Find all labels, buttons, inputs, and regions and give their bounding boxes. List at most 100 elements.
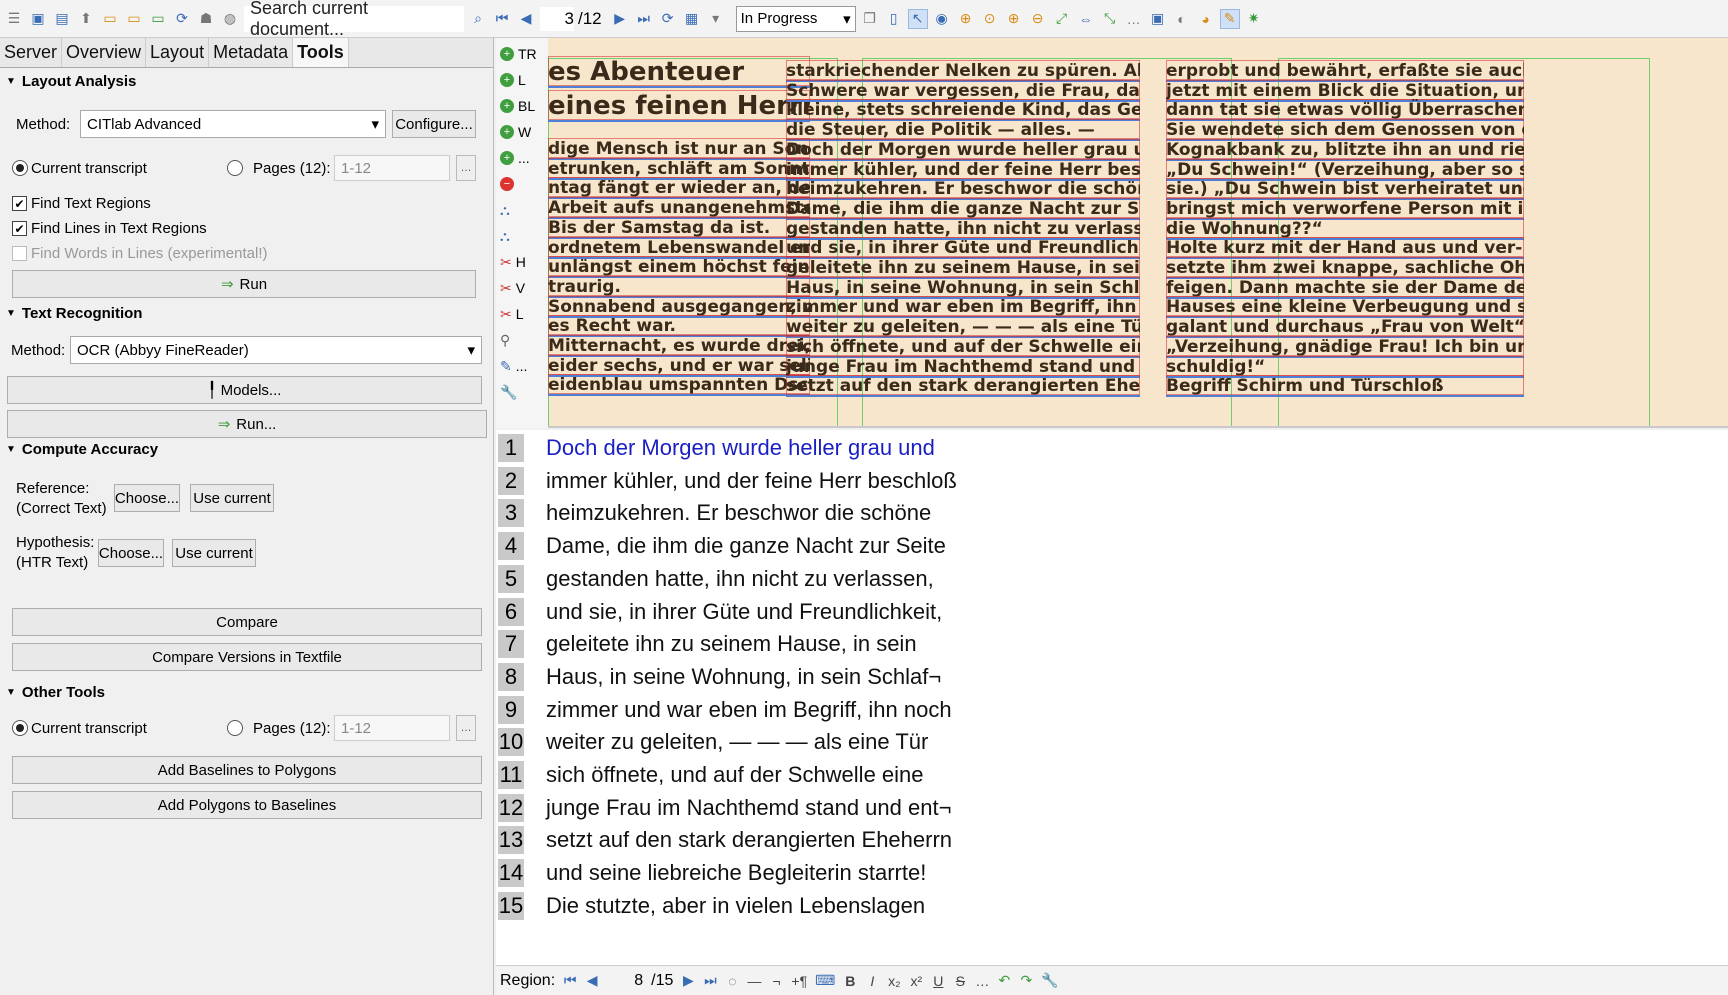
tab-tools[interactable]: Tools: [293, 38, 349, 67]
split-v[interactable]: ✂ V: [500, 277, 525, 299]
next-region-icon[interactable]: ▶: [681, 972, 695, 989]
scan-text-line[interactable]: eider sechs, und er war selig,: [548, 355, 810, 377]
reference-use-current-button[interactable]: Use current: [190, 484, 274, 512]
scan-text-line[interactable]: starkriechender Nelken zu spüren. Alles: [786, 60, 1140, 82]
region-number-input[interactable]: 8: [607, 972, 643, 990]
scan-text-line[interactable]: sich öffnete, und auf der Schwelle eine: [786, 336, 1140, 358]
zoom-icon[interactable]: ⊙: [980, 9, 1000, 29]
scan-text-line[interactable]: schuldig!“: [1166, 356, 1524, 378]
server-icon[interactable]: ▣: [28, 9, 48, 29]
find-words-checkbox[interactable]: [12, 246, 27, 261]
scan-text-line[interactable]: dann tat sie etwas völlig Überraschendes…: [1166, 99, 1524, 122]
strikethrough-icon[interactable]: S: [953, 973, 967, 989]
pages-input[interactable]: 1-12: [334, 155, 450, 181]
find-text-regions-checkbox[interactable]: ✔: [12, 196, 27, 211]
scan-text-line[interactable]: Kognakbank zu, blitzte ihn an und rief:: [1166, 139, 1524, 161]
line-text[interactable]: heimzukehren. Er beschwor die schöne: [546, 500, 931, 526]
scan-text-line[interactable]: eines feinen Herrn: [548, 90, 810, 122]
scan-text-line[interactable]: Sie wendete sich dem Genossen von der: [1166, 119, 1524, 142]
hypothesis-use-current-button[interactable]: Use current: [172, 539, 256, 567]
fit-page-icon[interactable]: ⤢: [1052, 9, 1072, 29]
robot-icon[interactable]: ☗: [196, 9, 216, 29]
undo-icon[interactable]: ↶: [997, 972, 1011, 989]
compare-button[interactable]: Compare: [12, 608, 482, 636]
contrast-icon[interactable]: ◐: [1172, 9, 1192, 29]
transcript-line[interactable]: 13 setzt auf den stark derangierten Ehehe…: [498, 824, 952, 856]
scan-text-line[interactable]: Arbeit aufs unangenehmste zu: [548, 197, 810, 220]
scan-text-line[interactable]: Bis der Samstag da ist.: [548, 217, 810, 239]
line-text[interactable]: immer kühler, und der feine Herr beschlo…: [546, 468, 957, 494]
transcript-line[interactable]: 11 sich öffnete, und auf der Schwelle ein…: [498, 759, 924, 791]
line-text[interactable]: und seine liebreiche Begleiterin starrte…: [546, 860, 926, 886]
more-icon[interactable]: …: [1124, 9, 1144, 29]
scan-text-line[interactable]: gestanden hatte, ihn nicht zu verlassen,: [786, 218, 1140, 240]
scan-text-line[interactable]: weiter zu geleiten, — — — als eine Tür: [786, 316, 1140, 339]
scan-text-line[interactable]: immer kühler, und der feine Herr beschlo…: [786, 159, 1140, 181]
zoom-out-icon[interactable]: ⊖: [1028, 9, 1048, 29]
upload-icon[interactable]: ⬆: [76, 9, 96, 29]
subscript-icon[interactable]: x₂: [887, 973, 901, 989]
tab-server[interactable]: Server: [0, 38, 63, 67]
more-format-icon[interactable]: …: [975, 973, 989, 989]
edit-tool[interactable]: ✎...: [500, 355, 527, 377]
folder-export-icon[interactable]: ▭: [148, 9, 168, 29]
first-region-icon[interactable]: ⏮: [563, 972, 577, 989]
scan-text-line[interactable]: Hauses eine kleine Verbeugung und sagte: [1166, 296, 1524, 319]
transcription-editor[interactable]: 1 Doch der Morgen wurde heller grau und 2 i…: [496, 430, 1728, 965]
line-text[interactable]: Haus, in seine Wohnung, in sein Schlaf¬: [546, 664, 941, 690]
toggle-w[interactable]: + W: [500, 121, 531, 143]
wrench-icon[interactable]: 🔧: [1041, 972, 1058, 989]
toggle-more[interactable]: +...: [500, 147, 530, 169]
scan-text-line[interactable]: es Recht war.: [548, 315, 810, 338]
scan-text-line[interactable]: ntag fängt er wieder an, den: [548, 177, 810, 200]
layout-run-button[interactable]: ⇒ Run: [12, 270, 476, 298]
polygons-to-baselines-button[interactable]: Add Polygons to Baselines: [12, 791, 482, 819]
scan-text-line[interactable]: „Du Schwein!“ (Verzeihung, aber so sagte: [1166, 159, 1524, 181]
line-text[interactable]: Die stutzte, aber in vielen Lebenslagen: [546, 893, 925, 919]
compare-versions-button[interactable]: Compare Versions in Textfile: [12, 643, 482, 671]
scan-text-line[interactable]: ordnetem Lebenswandel erging: [548, 237, 810, 259]
scan-text-line[interactable]: setzte ihm zwei knappe, sachliche Ohr-: [1166, 257, 1524, 279]
line-text[interactable]: Dame, die ihm die ganze Nacht zur Seite: [546, 533, 946, 559]
document-canvas[interactable]: es Abenteuer eines feinen Herrn dige Mensc…: [548, 38, 1728, 428]
scan-text-line[interactable]: setzt auf den stark derangierten Eheherr…: [786, 375, 1140, 398]
first-page-icon[interactable]: ⏮: [492, 9, 512, 29]
line-text[interactable]: sich öffnete, und auf der Schwelle eine: [546, 762, 924, 788]
fit-height-icon[interactable]: ⤡: [1100, 9, 1120, 29]
scan-text-line[interactable]: geleitete ihn zu seinem Hause, in sein: [786, 257, 1140, 279]
zoom-region-icon[interactable]: ⊕: [956, 9, 976, 29]
other-pages-radio[interactable]: [227, 720, 243, 736]
line-text[interactable]: setzt auf den stark derangierten Eheherr…: [546, 827, 952, 853]
redo-icon[interactable]: ↷: [1019, 972, 1033, 989]
palette-icon[interactable]: ◕: [1196, 9, 1216, 29]
merge-tool[interactable]: ⚲: [500, 329, 510, 351]
htr-run-button[interactable]: ⇒ Run...: [7, 410, 487, 438]
scan-text-line[interactable]: kleine, stets schreiende Kind, das Geld,: [786, 99, 1140, 122]
search-input[interactable]: Search current document...: [244, 0, 464, 39]
toggle-l[interactable]: + L: [500, 69, 526, 91]
line-text[interactable]: junge Frau im Nachthemd stand und ent¬: [546, 795, 951, 821]
transcript-line[interactable]: 12 junge Frau im Nachthemd stand und ent¬: [498, 792, 951, 824]
scan-text-line[interactable]: eidenblau umspannten Dschin-: [548, 374, 810, 397]
pages-radio[interactable]: [227, 160, 243, 176]
htr-method-select[interactable]: OCR (Abbyy FineReader) ▾: [70, 336, 482, 364]
scan-text-line[interactable]: zimmer und war eben im Begriff, ihn noch: [786, 296, 1140, 319]
transcript-line[interactable]: 14 und seine liebreiche Begleiterin starr…: [498, 857, 926, 889]
refresh-icon[interactable]: ⟳: [172, 9, 192, 29]
edit-icon[interactable]: ✎: [1219, 8, 1240, 29]
other-current-transcript-radio[interactable]: [12, 720, 28, 736]
dash-icon[interactable]: —: [747, 973, 761, 989]
search-icon[interactable]: ⌕: [468, 9, 488, 29]
scan-text-line[interactable]: Mitternacht, es wurde drei, vier,: [548, 335, 810, 357]
bug-icon[interactable]: ✷: [1244, 9, 1264, 29]
scan-text-line[interactable]: erprobt und bewährt, erfaßte sie auch: [1166, 60, 1524, 82]
view-icon[interactable]: ◉: [932, 9, 952, 29]
scan-text-line[interactable]: Holte kurz mit der Hand aus und ver-: [1166, 237, 1524, 260]
transcript-line[interactable]: 15 Die stutzte, aber in vielen Lebenslage…: [498, 890, 925, 922]
tab-overview[interactable]: Overview: [62, 38, 147, 67]
hypothesis-choose-button[interactable]: Choose...: [98, 539, 164, 567]
tab-layout[interactable]: Layout: [146, 38, 210, 67]
select-cursor-icon[interactable]: ↖: [907, 8, 928, 29]
page-icon[interactable]: ▯: [884, 9, 904, 29]
other-pages-more-button[interactable]: …: [456, 715, 476, 741]
